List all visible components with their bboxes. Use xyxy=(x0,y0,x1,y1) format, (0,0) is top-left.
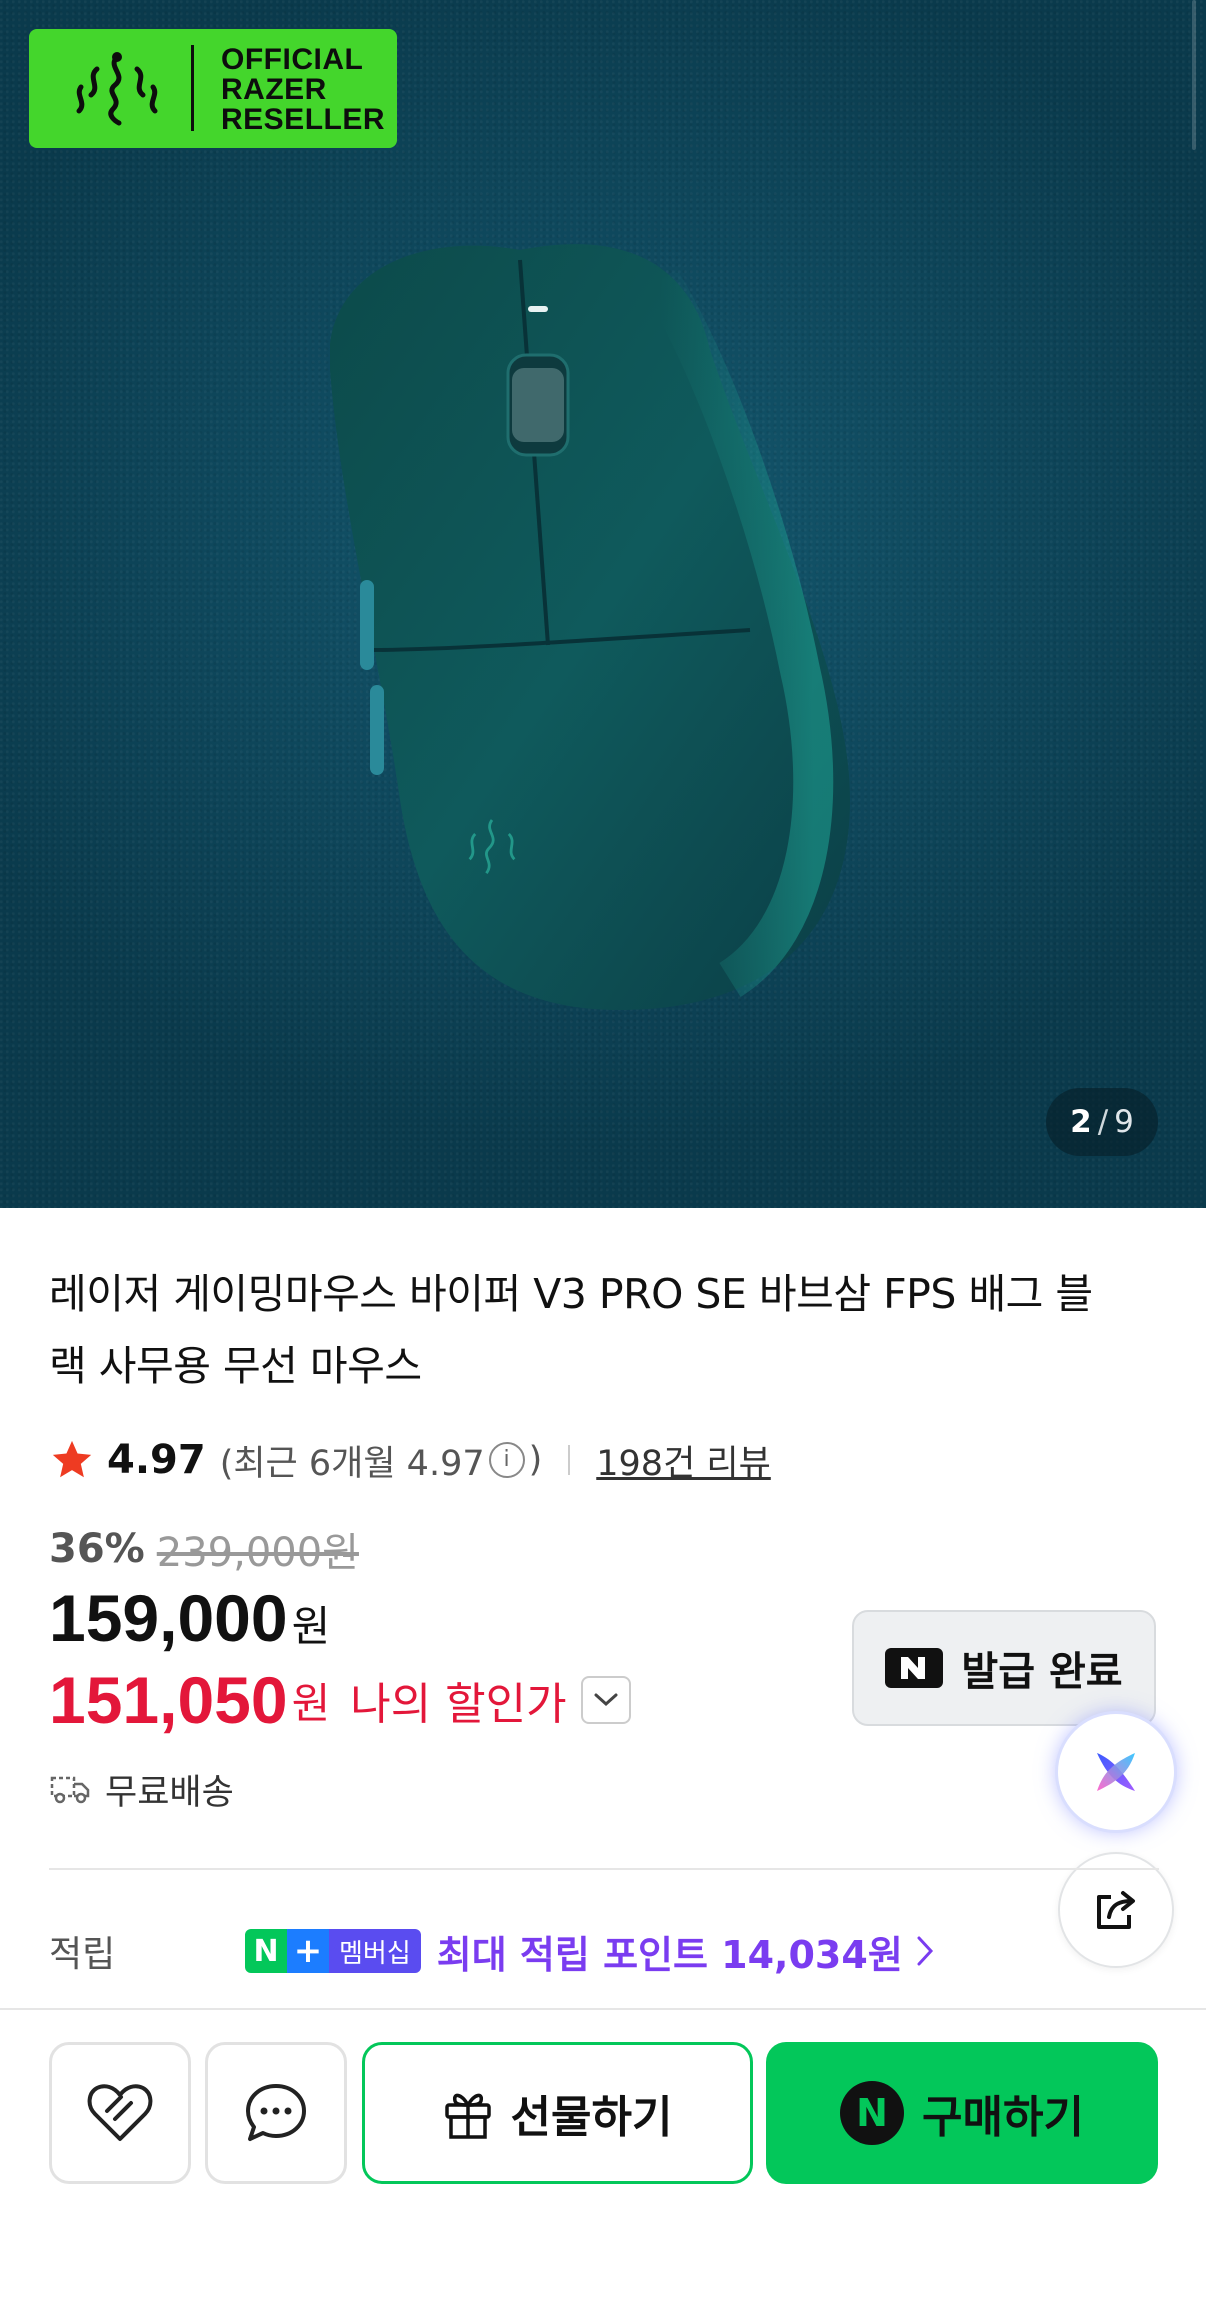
my-discount-row[interactable]: 151,050 원 나의 할인가 xyxy=(49,1660,631,1740)
truck-icon xyxy=(50,1776,90,1804)
counter-current: 2 xyxy=(1070,1104,1092,1140)
points-row[interactable]: 적립 N + 멤버십 최대 적립 포인트 14,034원 xyxy=(49,1920,1159,1982)
bottom-bar-divider xyxy=(0,2008,1206,2010)
max-points-text: 최대 적립 포인트 14,034원 xyxy=(436,1932,903,1977)
badge-text: OFFICIAL RAZER RESELLER xyxy=(221,45,391,135)
official-reseller-badge: OFFICIAL RAZER RESELLER xyxy=(29,29,397,148)
sale-price: 159,000 xyxy=(49,1581,288,1655)
info-icon[interactable]: i xyxy=(488,1442,525,1478)
razer-snake-icon xyxy=(76,52,158,126)
buy-label: 구매하기 xyxy=(922,2092,1084,2143)
ai-assistant-icon xyxy=(1097,1753,1135,1791)
badge-plus: + xyxy=(287,1929,329,1973)
chevron-down-icon[interactable] xyxy=(580,1676,631,1724)
badge-membership: 멤버십 xyxy=(329,1929,421,1973)
recent-rating-text: (최근 6개월 4.97 xyxy=(219,1443,485,1484)
gift-label: 선물하기 xyxy=(510,2092,673,2143)
section-divider xyxy=(49,1868,1159,1870)
ai-assistant-button[interactable] xyxy=(1058,1714,1174,1830)
coupon-issued-button[interactable]: 발급 완료 xyxy=(852,1610,1156,1726)
original-price: 239,000원 xyxy=(156,1530,359,1576)
my-discount-price: 151,050 xyxy=(49,1663,288,1737)
scroll-indicator xyxy=(1192,0,1196,150)
badge-line-2: RAZER xyxy=(221,73,327,106)
chevron-right-icon xyxy=(917,1936,933,1966)
rating-score: 4.97 xyxy=(107,1437,206,1483)
counter-separator: / xyxy=(1097,1104,1109,1140)
gift-button[interactable]: 선물하기 xyxy=(362,2042,753,2184)
product-image-carousel[interactable]: OFFICIAL RAZER RESELLER 2 / 9 xyxy=(0,0,1206,1208)
buy-button[interactable]: N 구매하기 xyxy=(766,2042,1158,2184)
product-title: 레이저 게이밍마우스 바이퍼 V3 PRO SE 바브삼 FPS 배그 블랙 사… xyxy=(49,1270,1093,1390)
original-price-row: 36% 239,000원 xyxy=(49,1522,359,1576)
discount-percent: 36% xyxy=(49,1526,145,1572)
points-label: 적립 xyxy=(49,1934,116,1975)
rating-divider xyxy=(568,1445,571,1475)
badge-divider xyxy=(191,45,194,131)
chat-icon xyxy=(246,2084,306,2141)
naver-pay-logo: N xyxy=(840,2081,905,2145)
badge-n: N xyxy=(245,1929,287,1973)
image-counter: 2 / 9 xyxy=(1046,1088,1158,1156)
my-discount-label: 나의 할인가 xyxy=(350,1679,567,1730)
counter-total: 9 xyxy=(1114,1104,1134,1140)
star-icon xyxy=(52,1440,92,1478)
shipping-label: 무료배송 xyxy=(105,1772,234,1813)
recent-rating-close: ) xyxy=(528,1440,543,1480)
coupon-label: 발급 완료 xyxy=(961,1649,1123,1695)
badge-line-1: OFFICIAL xyxy=(221,43,364,76)
talk-button[interactable] xyxy=(205,2042,347,2184)
wishlist-button[interactable] xyxy=(49,2042,191,2184)
product-mouse-image xyxy=(330,244,850,1010)
npay-membership-badge: N + 멤버십 xyxy=(245,1929,421,1973)
my-discount-unit: 원 xyxy=(291,1678,331,1728)
sale-price-row: 159,000 원 xyxy=(49,1580,330,1660)
heart-icon xyxy=(87,2084,153,2141)
rating-row: 4.97 (최근 6개월 4.97 i ) 198건 리뷰 xyxy=(49,1430,771,1490)
shipping-row: 무료배송 xyxy=(49,1762,234,1816)
naver-n-icon xyxy=(885,1648,944,1688)
badge-line-3: RESELLER xyxy=(221,103,386,136)
sale-price-unit: 원 xyxy=(291,1602,331,1651)
gift-icon xyxy=(444,2093,491,2139)
review-count-link[interactable]: 198건 리뷰 xyxy=(596,1435,771,1486)
